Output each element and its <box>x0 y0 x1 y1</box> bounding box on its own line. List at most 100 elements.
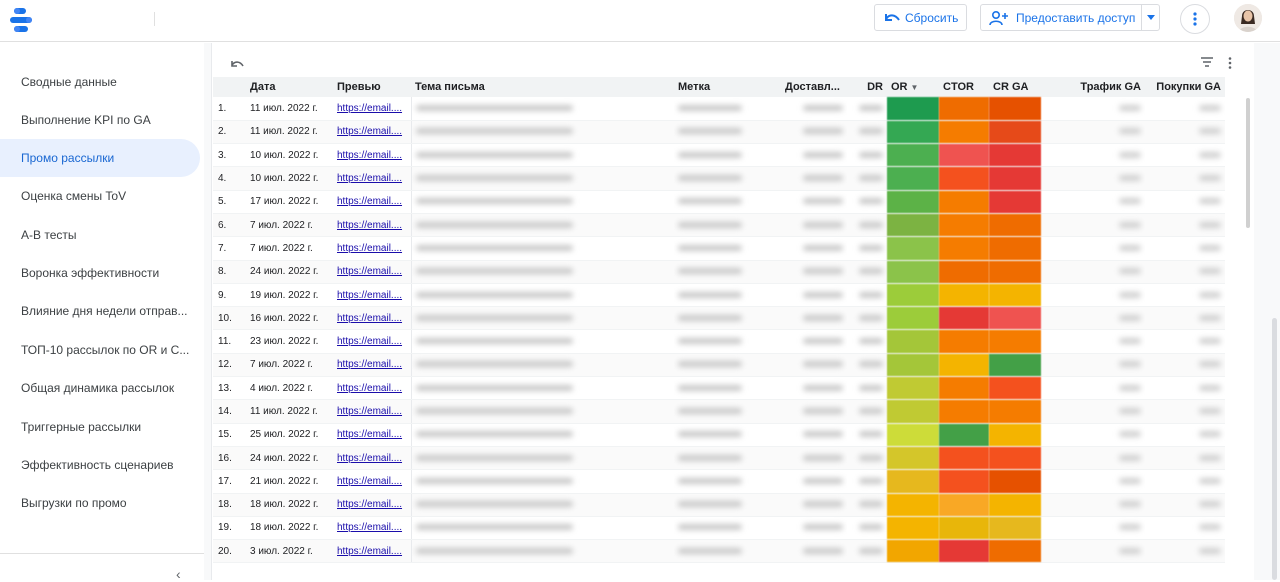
header-delivered[interactable]: Доставл... <box>781 77 847 97</box>
table-row[interactable]: 19. 18 июл. 2022 г. https://email.... <box>213 516 1225 541</box>
row-preview-link[interactable]: https://email.... <box>333 283 412 308</box>
table-row[interactable]: 16. 24 июл. 2022 г. https://email.... <box>213 446 1225 471</box>
row-subject <box>411 423 674 447</box>
table-row[interactable]: 1. 11 июл. 2022 г. https://email.... <box>213 97 1225 121</box>
row-preview-link[interactable]: https://email.... <box>333 493 412 517</box>
table-scrollbar[interactable] <box>1246 98 1250 228</box>
header-cr-ga[interactable]: CR GA <box>989 77 1041 97</box>
header-dr[interactable]: DR <box>847 77 887 97</box>
row-preview-link[interactable]: https://email.... <box>333 120 412 145</box>
row-preview-link[interactable]: https://email.... <box>333 446 412 471</box>
header-purchases-ga[interactable]: Покупки GA <box>1145 77 1225 97</box>
row-preview-link[interactable]: https://email.... <box>333 376 412 401</box>
row-preview-link[interactable]: https://email.... <box>333 236 412 261</box>
redacted-value <box>1119 175 1141 182</box>
redacted-value <box>678 314 743 321</box>
table-row[interactable]: 13. 4 июл. 2022 г. https://email.... <box>213 376 1225 401</box>
header-date[interactable]: Дата <box>246 77 333 97</box>
row-index: 18. <box>213 493 246 517</box>
more-options-button[interactable] <box>1180 4 1210 34</box>
table-row[interactable]: 18. 18 июл. 2022 г. https://email.... <box>213 493 1225 517</box>
table-row[interactable]: 15. 25 июл. 2022 г. https://email.... <box>213 423 1225 447</box>
nav-item-funnel[interactable]: Воронка эффективности <box>0 254 200 292</box>
header-or[interactable]: OR ▼ <box>887 77 939 97</box>
row-preview-link[interactable]: https://email.... <box>333 306 412 331</box>
row-subject <box>411 353 674 378</box>
nav-item-kpi-ga[interactable]: Выполнение KPI по GA <box>0 101 200 139</box>
share-dropdown-toggle[interactable] <box>1141 5 1159 30</box>
table-row[interactable]: 3. 10 июл. 2022 г. https://email.... <box>213 143 1225 168</box>
row-traffic-ga <box>1041 516 1145 541</box>
more-vert-icon[interactable] <box>1228 57 1232 69</box>
nav-item-promo-mailings[interactable]: Промо рассылки <box>0 139 200 177</box>
table-row[interactable]: 17. 21 июл. 2022 г. https://email.... <box>213 469 1225 494</box>
row-delivered <box>781 190 847 214</box>
share-access-button[interactable]: Предоставить доступ <box>980 4 1160 31</box>
row-cr-ga <box>989 166 1041 191</box>
table-row[interactable]: 11. 23 июл. 2022 г. https://email.... <box>213 329 1225 354</box>
nav-item-triggers[interactable]: Триггерные рассылки <box>0 408 200 446</box>
user-avatar[interactable] <box>1234 4 1262 32</box>
share-access-main[interactable]: Предоставить доступ <box>981 5 1141 30</box>
row-preview-link[interactable]: https://email.... <box>333 97 412 121</box>
table-row[interactable]: 12. 7 июл. 2022 г. https://email.... <box>213 353 1225 378</box>
data-studio-logo-icon[interactable] <box>10 7 40 33</box>
nav-item-summary[interactable]: Сводные данные <box>0 63 200 101</box>
table-row[interactable]: 7. 7 июл. 2022 г. https://email.... <box>213 236 1225 261</box>
row-purchases-ga <box>1145 423 1225 447</box>
row-ctor <box>939 329 989 354</box>
row-date: 11 июл. 2022 г. <box>246 97 333 121</box>
row-date: 24 июл. 2022 г. <box>246 260 333 284</box>
row-preview-link[interactable]: https://email.... <box>333 260 412 284</box>
row-traffic-ga <box>1041 539 1145 564</box>
header-tag[interactable]: Метка <box>674 77 781 97</box>
nav-item-dynamics[interactable]: Общая динамика рассылок <box>0 369 200 407</box>
sort-desc-icon: ▼ <box>910 83 919 92</box>
page-scrollbar[interactable] <box>1272 318 1277 580</box>
filter-icon[interactable] <box>1201 57 1213 67</box>
row-preview-link[interactable]: https://email.... <box>333 353 412 378</box>
table-body: 1. 11 июл. 2022 г. https://email.... 2. 11 и… <box>213 97 1225 564</box>
header-subject[interactable]: Тема письма <box>411 77 674 97</box>
row-preview-link[interactable]: https://email.... <box>333 143 412 168</box>
table-row[interactable]: 9. 19 июл. 2022 г. https://email.... <box>213 283 1225 308</box>
nav-item-top10[interactable]: ТОП-10 рассылок по OR и C... <box>0 331 200 369</box>
row-preview-link[interactable]: https://email.... <box>333 166 412 191</box>
table-row[interactable]: 10. 16 июл. 2022 г. https://email.... <box>213 306 1225 331</box>
report-page-nav: Сводные данные Выполнение KPI по GA Пром… <box>0 43 204 582</box>
redacted-value <box>859 128 883 135</box>
undo-icon[interactable] <box>230 59 244 69</box>
nav-item-ab-tests[interactable]: A-B тесты <box>0 216 200 254</box>
header-traffic-ga[interactable]: Трафик GA <box>1041 77 1145 97</box>
nav-item-weekday[interactable]: Влияние дня недели отправ... <box>0 292 200 330</box>
row-index: 3. <box>213 143 246 168</box>
row-preview-link[interactable]: https://email.... <box>333 213 412 238</box>
nav-item-tov[interactable]: Оценка смены ToV <box>0 177 200 215</box>
reset-button[interactable]: Сбросить <box>874 4 967 31</box>
table-row[interactable]: 2. 11 июл. 2022 г. https://email.... <box>213 120 1225 145</box>
table-row[interactable]: 14. 11 июл. 2022 г. https://email.... <box>213 399 1225 424</box>
redacted-value <box>803 244 843 251</box>
table-row[interactable]: 4. 10 июл. 2022 г. https://email.... <box>213 166 1225 191</box>
header-ctor[interactable]: CTOR <box>939 77 989 97</box>
row-preview-link[interactable]: https://email.... <box>333 423 412 447</box>
redacted-value <box>1119 477 1141 484</box>
nav-item-exports[interactable]: Выгрузки по промо <box>0 484 200 522</box>
table-row[interactable]: 6. 7 июл. 2022 г. https://email.... <box>213 213 1225 238</box>
redacted-value <box>678 268 743 275</box>
table-row[interactable]: 5. 17 июл. 2022 г. https://email.... <box>213 190 1225 214</box>
row-preview-link[interactable]: https://email.... <box>333 516 412 541</box>
nav-item-scenarios[interactable]: Эффективность сценариев <box>0 446 200 484</box>
redacted-value <box>1199 221 1221 228</box>
row-preview-link[interactable]: https://email.... <box>333 329 412 354</box>
row-preview-link[interactable]: https://email.... <box>333 399 412 424</box>
row-preview-link[interactable]: https://email.... <box>333 469 412 494</box>
row-preview-link[interactable]: https://email.... <box>333 539 412 564</box>
row-preview-link[interactable]: https://email.... <box>333 190 412 214</box>
redacted-value <box>803 454 843 461</box>
row-or <box>887 353 939 378</box>
table-row[interactable]: 8. 24 июл. 2022 г. https://email.... <box>213 260 1225 284</box>
header-preview[interactable]: Превью <box>333 77 411 97</box>
redacted-value <box>1199 361 1221 368</box>
table-row[interactable]: 20. 3 июл. 2022 г. https://email.... <box>213 539 1225 564</box>
